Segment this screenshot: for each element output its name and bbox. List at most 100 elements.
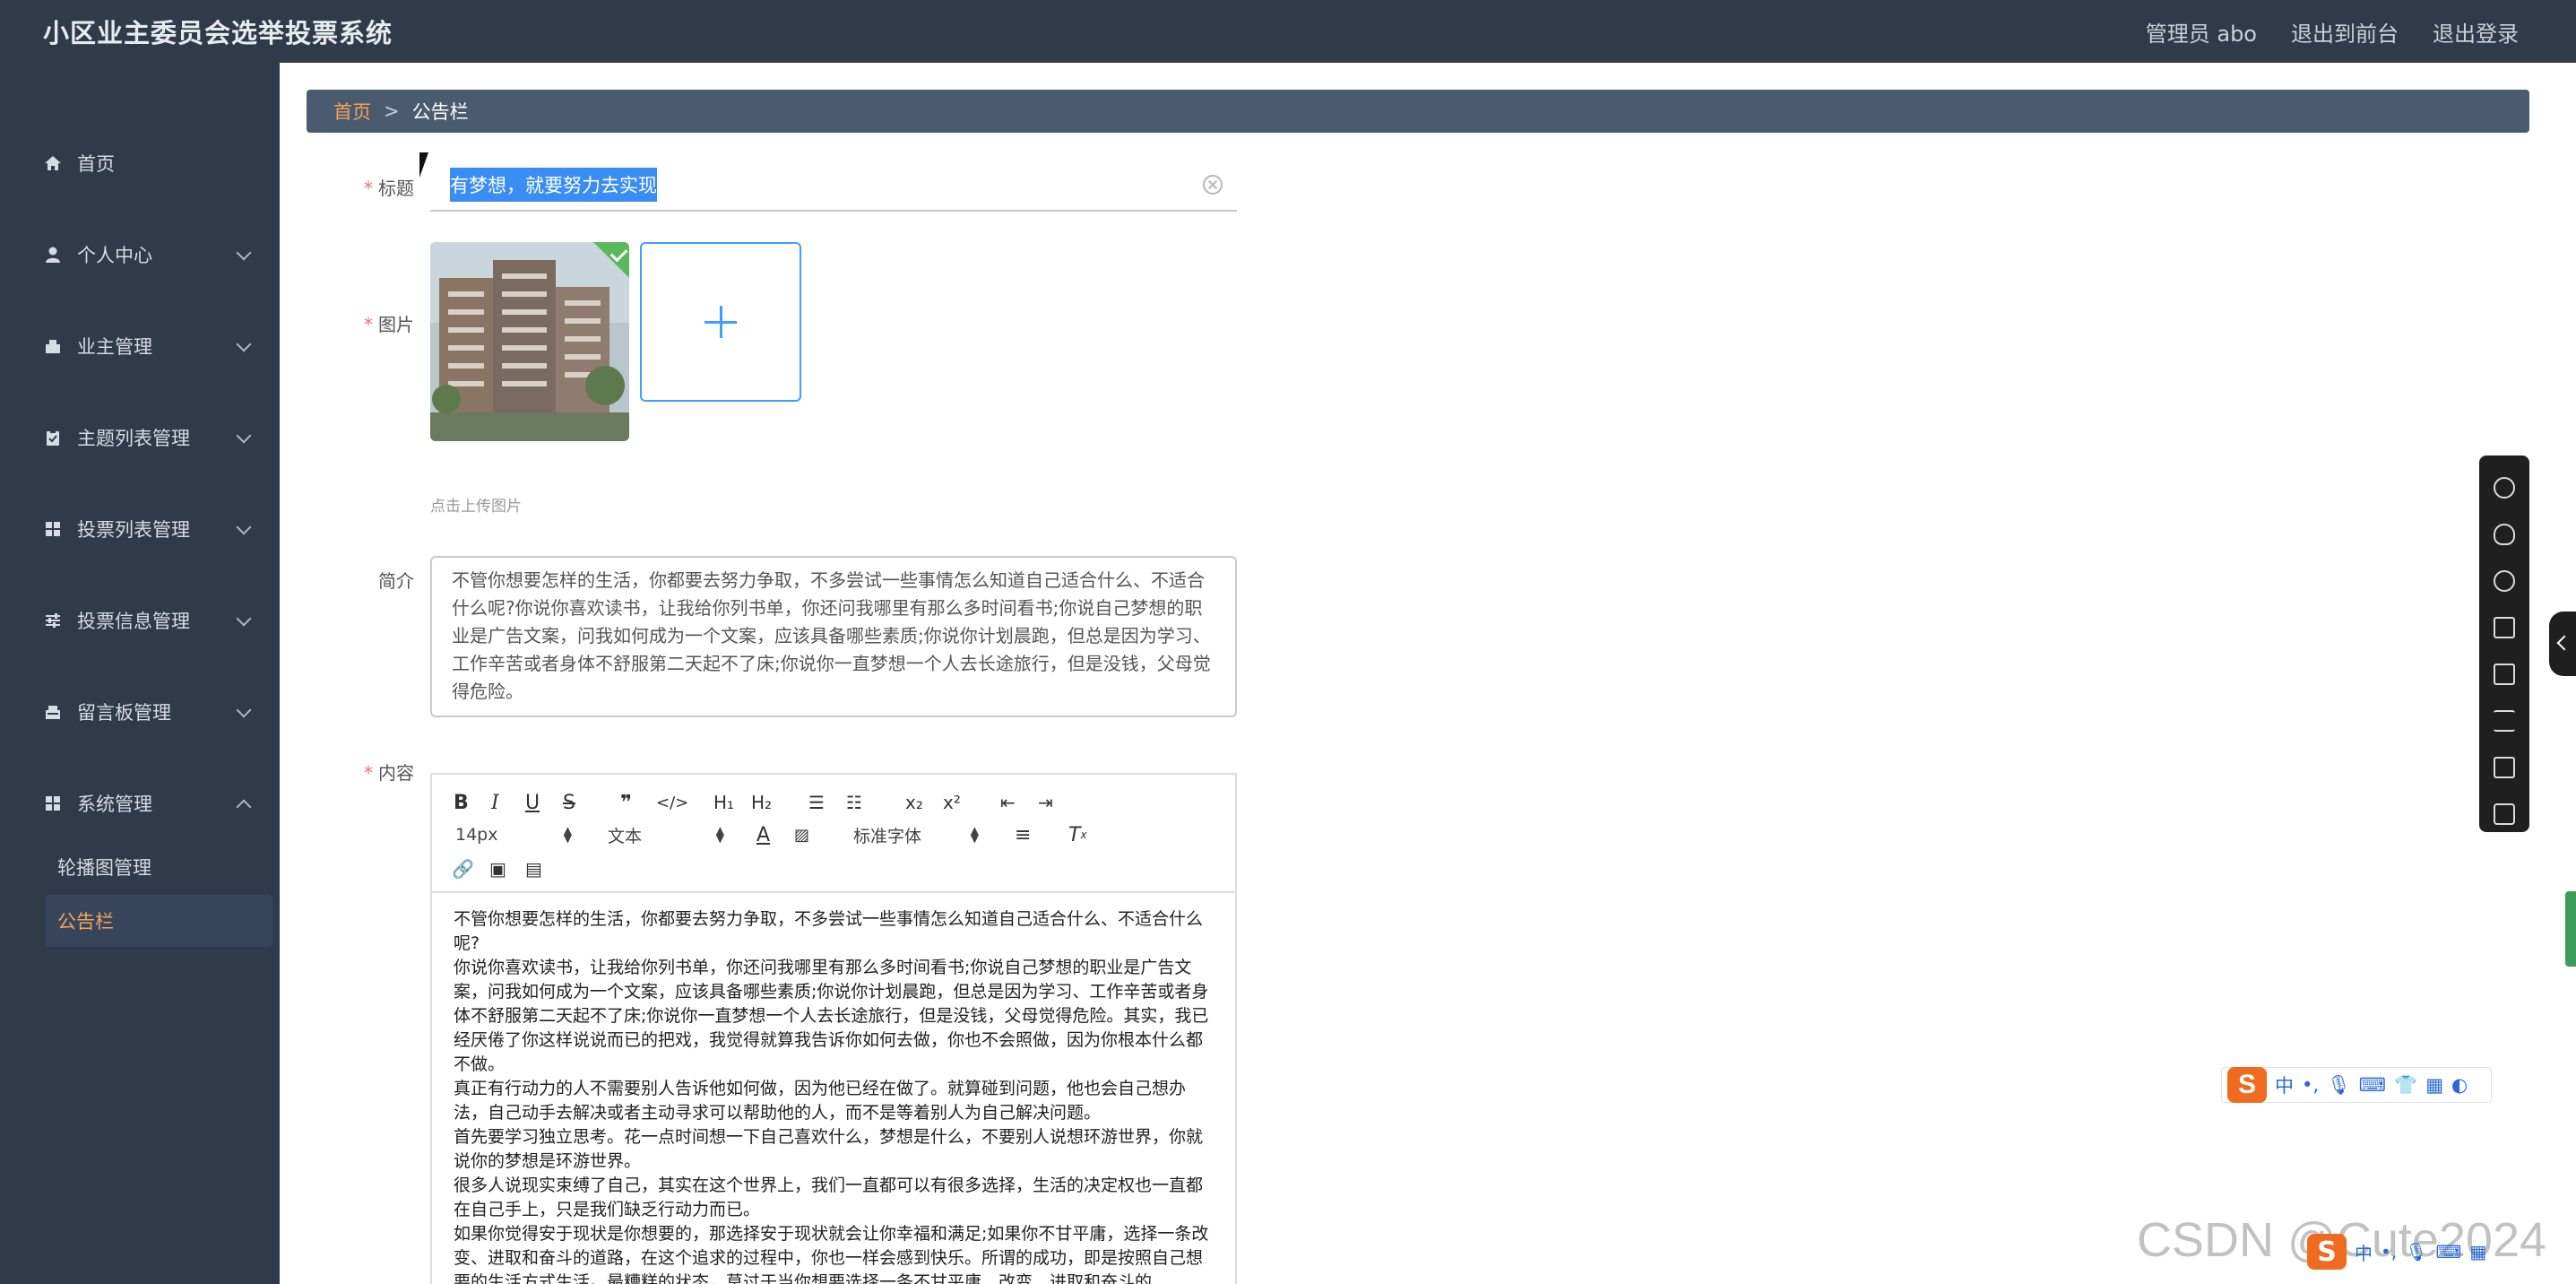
microphone-icon[interactable]: 🎙 [2327,1074,2351,1097]
breadcrumb-home-link[interactable]: 首页 [333,98,371,125]
heading-1-icon[interactable]: H₁ [713,789,734,816]
mouse-cursor-icon [419,152,428,178]
apps-grid-icon[interactable]: ▦ [2469,1241,2486,1262]
rich-text-editor: B I U S ❞ </> H₁ H₂ ☰ ☷ x₂ x² ⇤ ⇥ 14px ▲ ▼… [430,773,1237,1284]
microphone-icon[interactable]: 🎙 [2405,1241,2427,1262]
background-color-icon[interactable]: ▨ [794,821,809,848]
breadcrumb-separator: > [384,100,400,122]
owner-icon [43,336,63,356]
flame-icon[interactable] [2494,524,2515,545]
superscript-icon[interactable]: x² [943,789,961,816]
format-select[interactable]: 文本 ▲ ▼ [608,821,724,848]
intro-textarea[interactable]: 不管你想要怎样的生活，你都要去努力争取，不多尝试一些事情怎么知道自己适合什么、不… [430,556,1237,717]
intro-field-label: 简介 [378,570,414,592]
keyboard-icon[interactable]: ⌨ [2359,1074,2386,1096]
punctuation-icon[interactable]: •, [2302,1074,2319,1096]
indent-icon[interactable]: ⇥ [1038,789,1053,816]
apps-grid-icon[interactable]: ▦ [2425,1074,2443,1096]
select-arrow-icon: ▲ ▼ [970,824,979,845]
chevron-down-icon [236,611,252,627]
link-icon[interactable]: 🔗 [452,855,474,882]
sidebar-item-system-management[interactable]: 系统管理 [43,776,252,830]
content-paragraph: 首先要学习独立思考。花一点时间想一下自己喜欢什么，梦想是什么，不要别人说想环游世… [454,1127,1204,1171]
subscript-icon[interactable]: x₂ [905,789,923,816]
sliders-icon [43,611,63,630]
align-icon[interactable]: ≡ [1015,821,1031,848]
content-paragraph: 不管你想要怎样的生活，你都要去努力争取，不多尝试一些事情怎么知道自己适合什么、不… [454,909,1204,953]
font-family-select[interactable]: 标准字体 ▲ ▼ [853,821,979,848]
clear-format-icon[interactable]: Tx [1068,821,1087,848]
back-to-frontend-link[interactable]: 退出到前台 [2291,16,2399,48]
message-icon [43,702,63,722]
mascot-icon[interactable]: ◐ [2451,1074,2468,1096]
font-size-select[interactable]: 14px ▲ ▼ [455,821,572,848]
ordered-list-icon[interactable]: ☰ [808,789,825,816]
content-paragraph: 你说你喜欢读书，让我给你列书单，你还问我哪里有那么多时间看书;你说自己梦想的职业… [454,958,1209,1074]
video-icon[interactable]: ▤ [525,855,542,882]
ime-toolbar: S 中 •, 🎙 ⌨ 👕 ▦ ◐ [2221,1067,2492,1103]
upload-image-button[interactable] [640,242,801,402]
swap-icon[interactable] [2494,710,2515,732]
outdent-icon[interactable]: ⇤ [1000,789,1016,816]
punctuation-icon[interactable]: •, [2381,1241,2397,1262]
sidebar-item-owner-management[interactable]: 业主管理 [43,319,252,373]
select-arrow-icon: ▲ ▼ [715,824,724,845]
sidebar-item-label: 系统管理 [77,794,152,815]
bullet-list-icon[interactable]: ☷ [846,789,862,816]
sidebar-item-vote-list[interactable]: 投票列表管理 [43,502,252,556]
crop-icon[interactable] [2494,664,2515,685]
font-color-icon[interactable]: A [756,821,770,848]
refresh-icon[interactable] [2494,570,2515,592]
sidebar-subitem-carousel[interactable]: 轮播图管理 [45,841,272,893]
image-icon[interactable]: ▣ [489,855,506,882]
clipboard-icon [43,428,63,447]
admin-user-label[interactable]: 管理员 abo [2146,16,2257,48]
blockquote-icon[interactable]: ❞ [620,789,632,816]
ime-logo-icon[interactable]: S [2227,1067,2267,1103]
upload-icon[interactable] [2494,757,2515,778]
uploaded-image-thumbnail[interactable] [430,242,629,441]
camera-icon[interactable] [2494,803,2515,825]
sidebar-item-message-board[interactable]: 留言板管理 [43,685,252,739]
ime-logo-icon[interactable]: S [2307,1234,2347,1270]
image-field-label: * 图片 [364,314,414,335]
sidebar-item-home[interactable]: 首页 [43,136,249,190]
keyboard-icon[interactable]: ⌨ [2436,1241,2462,1262]
sidebar-item-topic-list[interactable]: 主题列表管理 [43,411,252,464]
ime-mode[interactable]: 中 [2275,1071,2294,1098]
clear-icon[interactable] [1203,175,1223,195]
sidebar-item-label: 投票信息管理 [77,611,190,632]
sidebar-item-personal-center[interactable]: 个人中心 [43,228,252,282]
chevron-down-icon [236,336,252,352]
sidebar-item-vote-info[interactable]: 投票信息管理 [43,594,252,647]
select-arrow-icon: ▲ ▼ [563,824,572,845]
sidebar-subitem-bulletin[interactable]: 公告栏 [45,895,272,947]
sidebar-item-label: 主题列表管理 [77,428,190,449]
italic-icon[interactable]: I [491,789,499,816]
title-input-value[interactable]: 有梦想，就要努力去实现 [450,168,657,202]
scroll-indicator[interactable] [2565,891,2576,967]
skin-icon[interactable]: 👕 [2394,1074,2417,1097]
search-icon[interactable] [2494,477,2515,499]
editor-content[interactable]: 不管你想要怎样的生活，你都要去努力争取，不多尝试一些事情怎么知道自己适合什么、不… [432,893,1235,1284]
app-title: 小区业主委员会选举投票系统 [43,18,393,48]
underline-icon[interactable]: U [525,789,540,816]
ime-mode[interactable]: 中 [2355,1239,2373,1265]
video-record-icon[interactable] [2494,617,2515,638]
user-icon [43,245,63,265]
title-input[interactable]: 有梦想，就要努力去实现 [430,160,1237,212]
bold-icon[interactable]: B [454,789,469,816]
content-paragraph: 很多人说现实束缚了自己，其实在这个世界上，我们一直都可以有很多选择，生活的决定权… [454,1176,1204,1219]
code-block-icon[interactable]: </> [656,789,688,816]
sidebar-item-label: 留言板管理 [77,702,171,724]
collapse-panel-tab[interactable] [2549,612,2576,676]
home-icon [43,153,63,173]
sidebar-item-label: 个人中心 [77,245,152,266]
chevron-down-icon [236,519,252,535]
strikethrough-icon[interactable]: S [563,789,575,816]
heading-2-icon[interactable]: H₂ [751,789,772,816]
grid-icon [43,519,63,539]
logout-link[interactable]: 退出登录 [2433,16,2519,48]
editor-toolbar: B I U S ❞ </> H₁ H₂ ☰ ☷ x₂ x² ⇤ ⇥ 14px ▲ ▼… [432,775,1235,893]
top-header: 小区业主委员会选举投票系统 管理员 abo 退出到前台 退出登录 [0,0,2576,63]
